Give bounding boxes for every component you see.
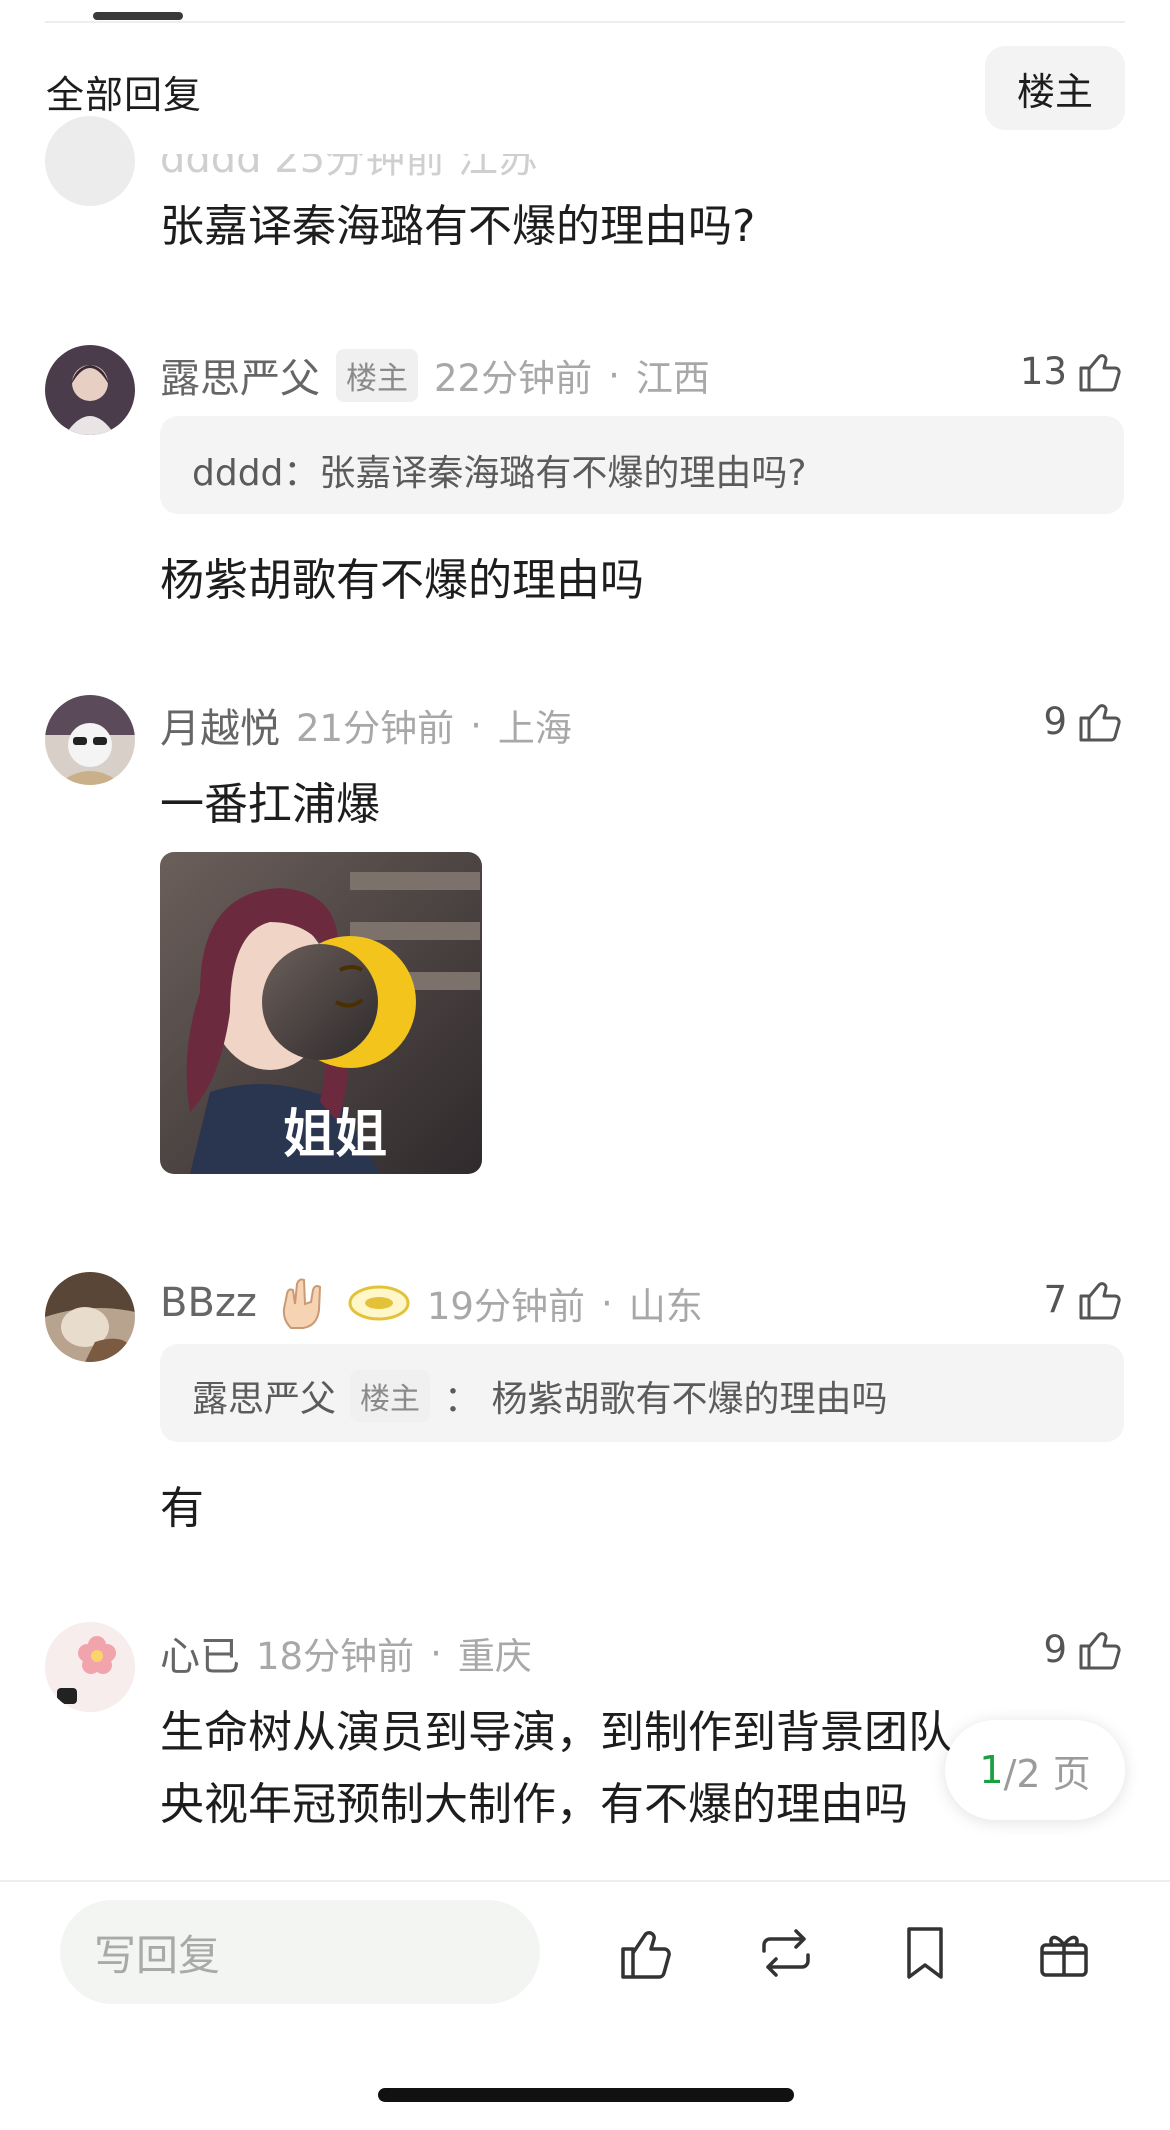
gift-icon[interactable]	[1032, 1921, 1096, 1985]
like-count: 9	[1043, 699, 1067, 743]
bookmark-icon[interactable]	[893, 1921, 957, 1985]
comment-text: 杨紫胡歌有不爆的理由吗	[160, 555, 644, 606]
comment-time: 19分钟前	[426, 1285, 585, 1328]
like-count: 7	[1043, 1277, 1067, 1321]
meta-separator: ·	[430, 1631, 442, 1675]
meta-separator: ·	[470, 703, 482, 747]
home-indicator	[378, 2088, 794, 2102]
quoted-comment[interactable]: dddd：张嘉译秦海璐有不爆的理由吗?	[160, 416, 1124, 514]
thumbs-up-icon	[1079, 704, 1121, 742]
thumbs-up-icon	[1079, 1282, 1121, 1320]
quote-content: 露思严父 楼主 ： 杨紫胡歌有不爆的理由吗	[192, 1370, 887, 1422]
comment-header: BBzz 19分钟前 · 山东	[160, 1274, 703, 1332]
page-current: 1	[979, 1748, 1004, 1792]
image-caption: 姐姐	[283, 1104, 387, 1165]
like-button[interactable]: 13	[1020, 346, 1125, 396]
page-indicator-button[interactable]: 1/2 页	[945, 1720, 1125, 1820]
comment-header: 月越悦 21分钟前 · 上海	[160, 696, 572, 754]
like-count: 9	[1043, 1627, 1067, 1671]
comment-text: 有	[160, 1483, 204, 1534]
like-button[interactable]: 9	[1043, 696, 1125, 746]
avatar[interactable]	[45, 116, 135, 206]
quote-text: dddd：张嘉译秦海璐有不爆的理由吗?	[192, 453, 807, 494]
comment-text-line: 央视年冠预制大制作，有不爆的理由吗	[160, 1779, 908, 1830]
membership-badge-icon	[348, 1285, 410, 1321]
comment-time: 21分钟前	[296, 707, 455, 750]
quoted-comment[interactable]: 露思严父 楼主 ： 杨紫胡歌有不爆的理由吗	[160, 1344, 1124, 1442]
avatar[interactable]	[45, 1272, 135, 1362]
like-count: 13	[1019, 349, 1067, 393]
like-icon[interactable]	[615, 1921, 679, 1985]
avatar[interactable]	[45, 1622, 135, 1712]
comment-location: 上海	[497, 707, 572, 750]
comment-text: 张嘉译秦海璐有不爆的理由吗?	[160, 201, 756, 252]
meta-separator: ·	[600, 1281, 613, 1325]
op-badge: 楼主	[336, 348, 418, 402]
quote-text: ： 杨紫胡歌有不爆的理由吗	[444, 1379, 888, 1420]
username[interactable]: dddd	[160, 154, 262, 182]
comment-time: 22分钟前	[434, 357, 593, 400]
comment-time: 18分钟前	[256, 1635, 415, 1678]
comment-image[interactable]: 姐姐	[160, 852, 482, 1174]
meta-separator: ·	[608, 353, 620, 397]
avatar[interactable]	[45, 345, 135, 435]
comment-time: 25分钟前	[274, 136, 446, 182]
repost-icon[interactable]	[754, 1921, 818, 1985]
comment-text-line: 生命树从演员到导演，到制作到背景团队	[160, 1707, 952, 1758]
thumbs-up-icon	[1079, 1632, 1121, 1670]
comment-header-clipped: dddd 25分钟前 江苏	[160, 136, 538, 184]
rock-hand-emoji-icon	[282, 1278, 321, 1329]
op-only-filter-button[interactable]: 楼主	[985, 46, 1125, 130]
comment-location: 江苏	[457, 136, 538, 182]
avatar[interactable]	[45, 695, 135, 785]
username[interactable]: 月越悦	[160, 696, 280, 754]
thumbs-up-icon	[1079, 354, 1121, 392]
username[interactable]: 心已	[160, 1624, 240, 1682]
reply-input[interactable]: 写回复	[60, 1900, 540, 2004]
comment-header: 露思严父 楼主 22分钟前 · 江西	[160, 346, 710, 404]
comment-location: 重庆	[457, 1635, 532, 1678]
divider	[45, 21, 1125, 23]
tab-indicator	[93, 12, 183, 20]
quote-username: 露思严父	[192, 1379, 337, 1420]
op-badge: 楼主	[350, 1370, 431, 1422]
username[interactable]: 露思严父	[160, 346, 320, 404]
comment-location: 江西	[635, 357, 710, 400]
username[interactable]: BBzz	[160, 1280, 257, 1326]
comment-text: 一番扛浦爆	[160, 779, 380, 830]
like-button[interactable]: 7	[1043, 1274, 1125, 1324]
like-button[interactable]: 9	[1043, 1624, 1125, 1674]
section-title: 全部回复	[46, 73, 203, 117]
comment-header: 心已 18分钟前 · 重庆	[160, 1624, 532, 1682]
comment-location: 山东	[628, 1285, 703, 1328]
page-total: /2 页	[1003, 1751, 1091, 1796]
